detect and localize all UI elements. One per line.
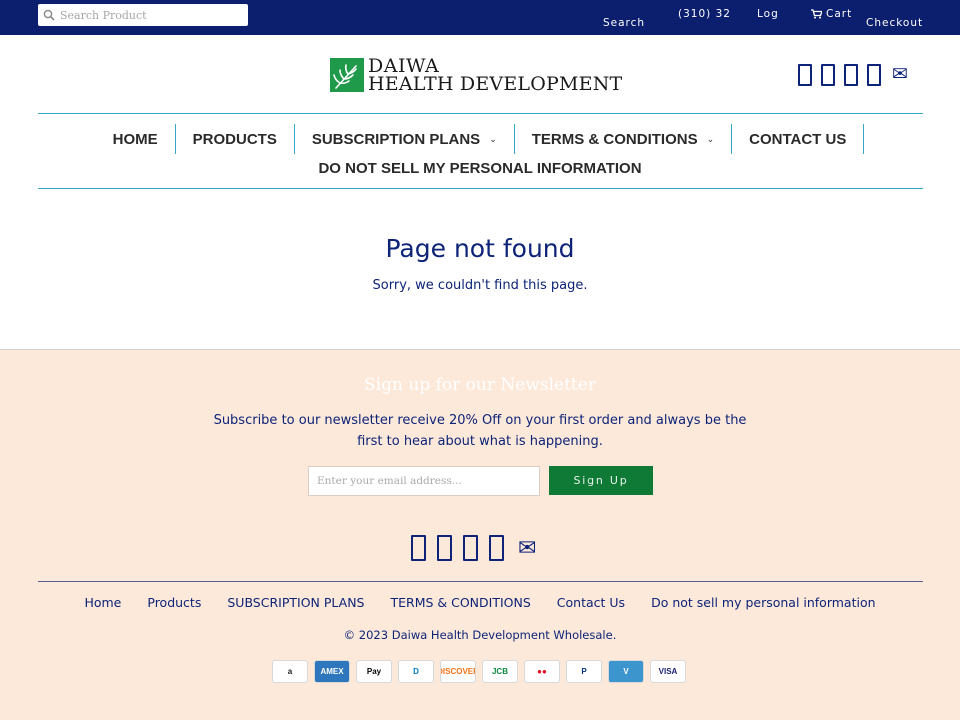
nav-products-label: PRODUCTS	[192, 130, 277, 148]
footer: Sign up for our Newsletter Subscribe to …	[0, 349, 960, 720]
nav-home-label: HOME	[112, 130, 158, 148]
diners-payment-icon: D	[398, 660, 434, 683]
youtube-icon[interactable]	[867, 64, 881, 86]
footer-link-do-not-sell[interactable]: Do not sell my personal information	[651, 595, 875, 610]
page-title: Page not found	[385, 234, 575, 263]
top-bar: Search (310) 329- Log Cart Checkout	[0, 0, 960, 35]
leaf-logo-icon	[330, 58, 364, 92]
apple-pay-payment-icon: Pay	[356, 660, 392, 683]
newsletter-email-input[interactable]	[308, 466, 540, 496]
twitter-icon[interactable]	[437, 535, 452, 561]
newsletter-title: Sign up for our Newsletter	[364, 375, 596, 395]
twitter-icon[interactable]	[821, 64, 835, 86]
payment-icons: a AMEX Pay D DISCOVER JCB ●● PV VISA	[272, 660, 686, 683]
footer-link-subscription-plans[interactable]: SUBSCRIPTION PLANS	[227, 595, 364, 610]
email-icon[interactable]: ✉	[518, 535, 536, 561]
copyright: © 2023 Daiwa Health Development Wholesal…	[343, 628, 617, 642]
amazon-payment-icon: a	[272, 660, 308, 683]
paypal-payment-icon: P	[566, 660, 602, 683]
logo-line-2: HEALTH DEVELOPMENT	[368, 73, 623, 95]
instagram-icon[interactable]	[463, 535, 478, 561]
site-logo[interactable]: DAIWA HEALTH DEVELOPMENT	[330, 56, 630, 94]
nav-do-not-sell-label: DO NOT SELL MY PERSONAL INFORMATION	[318, 159, 642, 177]
chevron-down-icon: ⌄	[489, 133, 497, 144]
footer-link-home[interactable]: Home	[84, 595, 121, 610]
footer-social-icons: ✉	[411, 535, 536, 561]
nav-divider-top	[38, 113, 923, 114]
mastercard-payment-icon: ●●	[524, 660, 560, 683]
chevron-down-icon: ⌄	[706, 133, 715, 144]
footer-links: Home Products SUBSCRIPTION PLANS TERMS &…	[0, 595, 960, 610]
not-found-message: Sorry, we couldn't find this page.	[372, 278, 588, 293]
venmo-payment-icon: V	[608, 660, 644, 683]
search-box[interactable]	[38, 4, 248, 26]
nav-contact-label: CONTACT US	[749, 130, 847, 148]
search-icon	[38, 4, 60, 26]
footer-divider	[38, 581, 923, 582]
footer-link-contact-us[interactable]: Contact Us	[557, 595, 625, 610]
cart-label: Cart	[826, 8, 853, 20]
visa-payment-icon: VISA	[650, 660, 686, 683]
facebook-icon[interactable]	[798, 64, 812, 86]
nav-do-not-sell[interactable]: DO NOT SELL MY PERSONAL INFORMATION	[301, 156, 658, 180]
search-link[interactable]: Search	[603, 17, 645, 29]
main-nav: HOME PRODUCTS SUBSCRIPTION PLANS ⌄ TERMS …	[0, 124, 960, 154]
phone-link[interactable]: (310) 329-	[678, 8, 730, 22]
cart-icon	[811, 9, 822, 19]
jcb-payment-icon: JCB	[482, 660, 518, 683]
header-social-icons: ✉	[798, 64, 908, 86]
nav-subscription-label: SUBSCRIPTION PLANS	[311, 130, 481, 148]
cart-link[interactable]: Cart	[811, 8, 852, 20]
instagram-icon[interactable]	[844, 64, 858, 86]
nav-terms-conditions[interactable]: TERMS & CONDITIONS ⌄	[515, 124, 733, 154]
login-link[interactable]: Log	[757, 8, 779, 22]
sign-up-button[interactable]: Sign Up	[549, 466, 653, 495]
nav-contact-us[interactable]: CONTACT US	[732, 124, 865, 154]
nav-terms-label: TERMS & CONDITIONS	[531, 130, 698, 148]
checkout-link[interactable]: Checkout	[866, 17, 923, 29]
amex-payment-icon: AMEX	[314, 660, 350, 683]
main-nav-row-2: DO NOT SELL MY PERSONAL INFORMATION	[0, 156, 960, 180]
nav-divider-bottom	[38, 188, 923, 189]
nav-products[interactable]: PRODUCTS	[176, 124, 295, 154]
logo-text: DAIWA HEALTH DEVELOPMENT	[368, 56, 623, 95]
nav-home[interactable]: HOME	[96, 124, 176, 154]
footer-link-terms-conditions[interactable]: TERMS & CONDITIONS	[390, 595, 530, 610]
email-icon[interactable]: ✉	[892, 64, 908, 86]
facebook-icon[interactable]	[411, 535, 426, 561]
discover-payment-icon: DISCOVER	[440, 660, 476, 683]
search-input[interactable]	[60, 5, 240, 25]
footer-link-products[interactable]: Products	[147, 595, 201, 610]
newsletter-description: Subscribe to our newsletter receive 20% …	[213, 413, 747, 449]
youtube-icon[interactable]	[489, 535, 504, 561]
nav-subscription-plans[interactable]: SUBSCRIPTION PLANS ⌄	[295, 124, 515, 154]
